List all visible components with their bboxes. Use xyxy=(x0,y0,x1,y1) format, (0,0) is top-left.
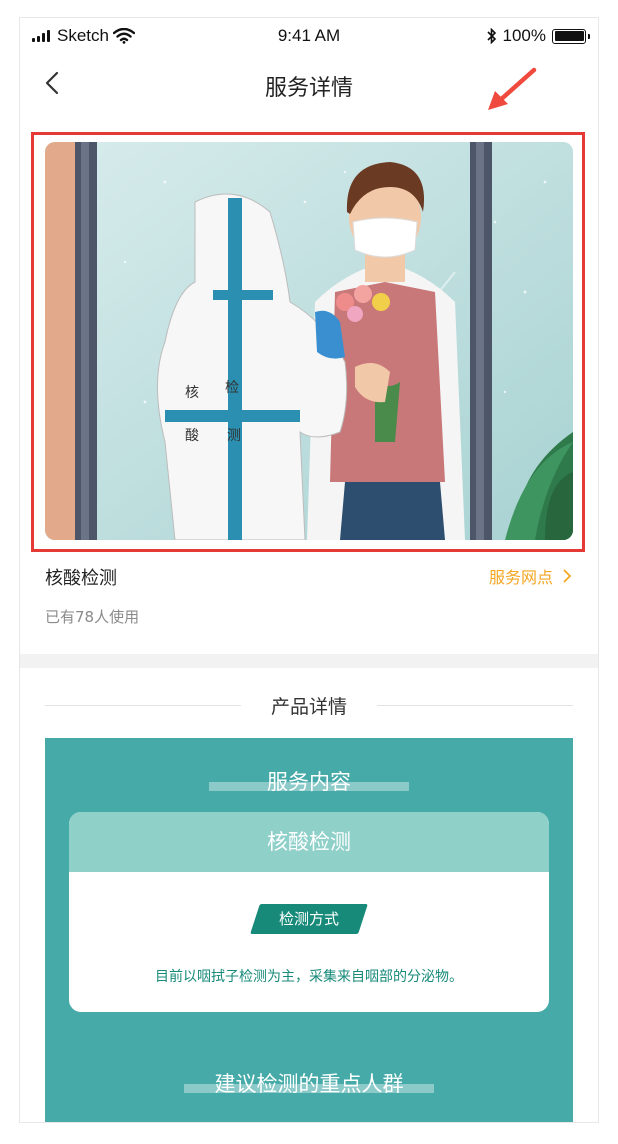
suit-char-1: 核 xyxy=(185,385,199,401)
chevron-right-icon xyxy=(563,569,572,583)
service-outlets-link[interactable]: 服务网点 xyxy=(489,564,572,588)
service-card: 核 检 酸 测 核酸检测 服务网点 已有78人使用 xyxy=(20,116,598,654)
battery-icon xyxy=(552,28,590,44)
section-service-content: 服务内容 xyxy=(45,766,573,796)
product-detail-header: 产品详情 xyxy=(45,690,573,720)
section-service-content-title: 服务内容 xyxy=(267,770,351,794)
status-bar: Sketch 9:41 AM 100% xyxy=(20,18,598,54)
product-detail-title: 产品详情 xyxy=(270,696,347,718)
hero-illustration: 核 检 酸 测 xyxy=(45,142,573,540)
hero-image: 核 检 酸 测 xyxy=(45,142,573,540)
suit-char-2: 检 xyxy=(225,380,239,396)
method-description: 目前以咽拭子检测为主，采集来自咽部的分泌物。 xyxy=(155,969,463,985)
test-info-card: 核酸检测 检测方式 目前以咽拭子检测为主，采集来自咽部的分泌物。 xyxy=(69,812,549,1012)
service-outlets-label: 服务网点 xyxy=(488,568,553,587)
battery-label: 100% xyxy=(502,26,546,45)
section-key-groups-title: 建议检测的重点人群 xyxy=(214,1072,404,1096)
section-key-groups: 建议检测的重点人群 xyxy=(45,1068,573,1098)
test-card-title: 核酸检测 xyxy=(69,812,549,872)
phone-screen: Sketch 9:41 AM 100% 服务详情 核 检 酸 测 核酸检测 服务… xyxy=(20,18,598,1122)
method-tag-label: 检测方式 xyxy=(278,910,339,928)
red-arrow-icon xyxy=(488,67,537,110)
method-tag: 检测方式 xyxy=(250,904,368,934)
product-detail-card: 产品详情 服务内容 核酸检测 检测方式 目前以咽拭子检测为主，采集来自咽部的分泌… xyxy=(20,668,598,1122)
page-frame: Sketch 9:41 AM 100% 服务详情 核 检 酸 测 核酸检测 服务… xyxy=(0,0,618,1144)
usage-count: 已有78人使用 xyxy=(45,608,140,626)
suit-char-3: 酸 xyxy=(185,428,199,444)
bluetooth-icon xyxy=(486,28,496,44)
service-name: 核酸检测 xyxy=(45,568,117,589)
status-right: 100% xyxy=(486,26,590,46)
content-panel: 服务内容 核酸检测 检测方式 目前以咽拭子检测为主，采集来自咽部的分泌物。 建议… xyxy=(45,738,573,1122)
suit-char-4: 测 xyxy=(227,428,241,444)
